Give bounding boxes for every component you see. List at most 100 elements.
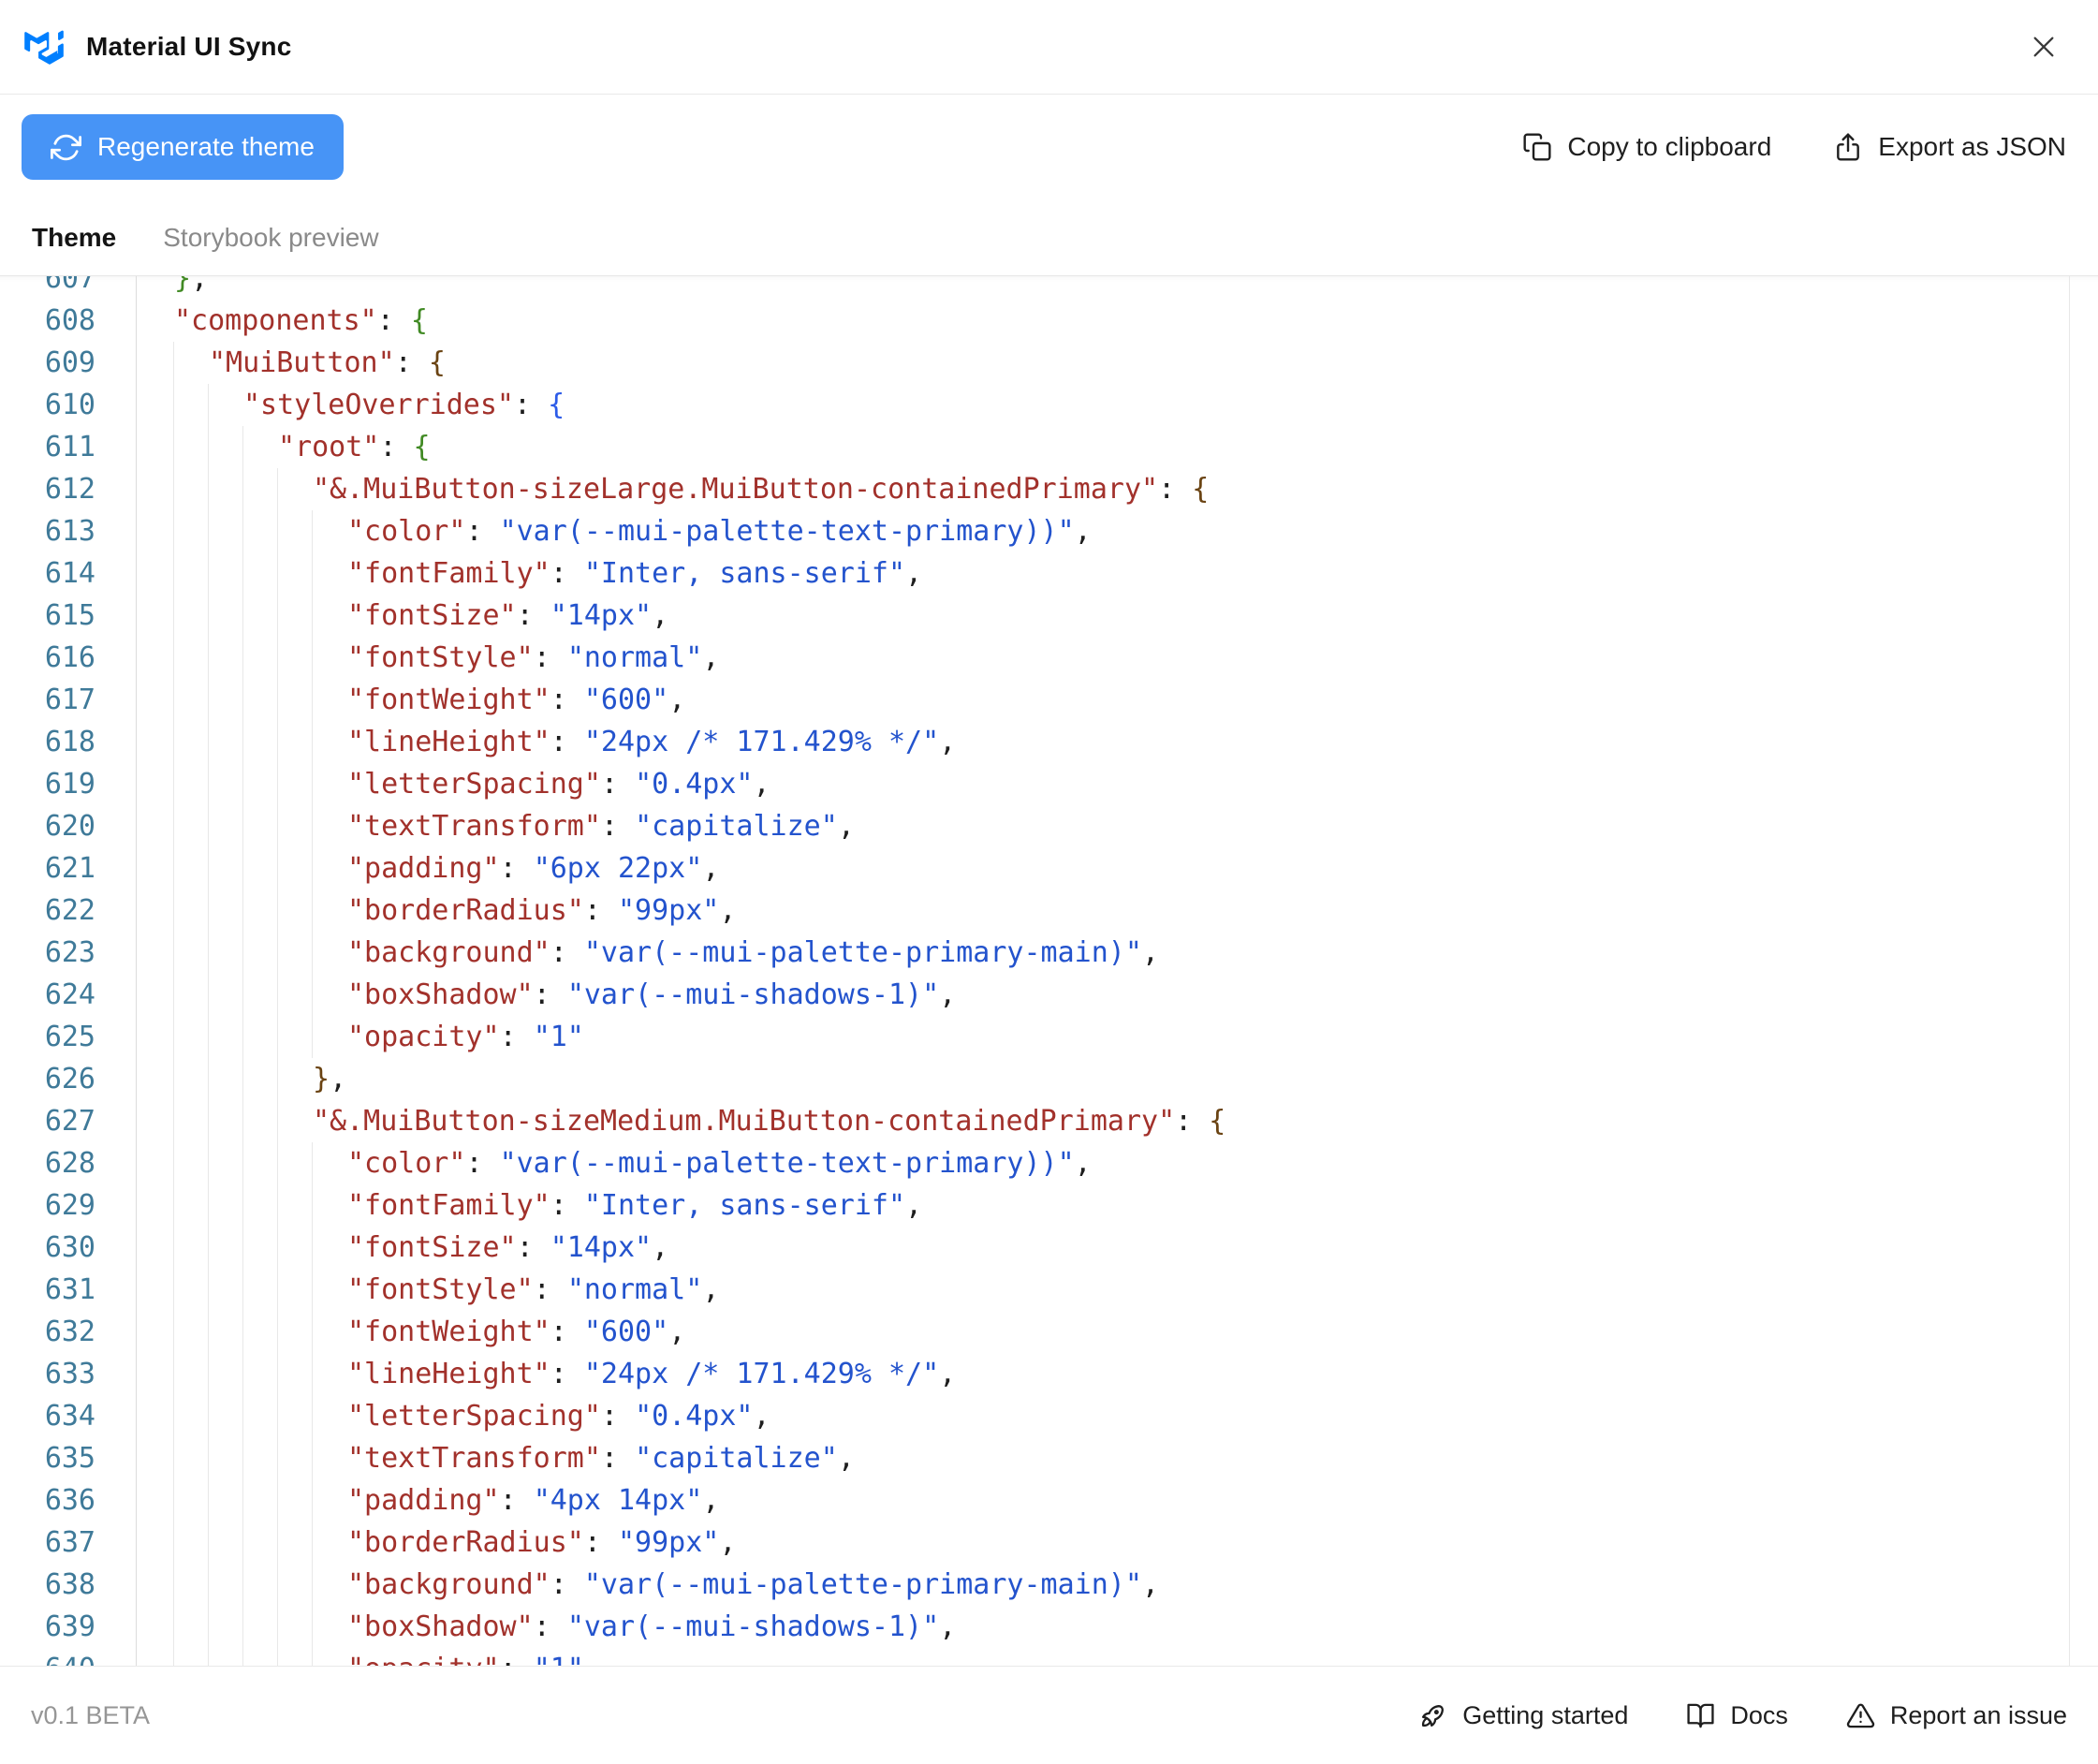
report-an-issue-label: Report an issue xyxy=(1889,1700,2067,1729)
copy-to-clipboard-button[interactable]: Copy to clipboard xyxy=(1522,132,1771,162)
line-number: 607 xyxy=(0,276,137,300)
line-number: 629 xyxy=(0,1184,137,1227)
code-text: "lineHeight": "24px /* 171.429% */", xyxy=(137,1353,956,1395)
code-line: 618 "lineHeight": "24px /* 171.429% */", xyxy=(0,721,2098,763)
export-icon xyxy=(1833,132,1863,162)
code-line: 613 "color": "var(--mui-palette-text-prim… xyxy=(0,510,2098,552)
copy-icon xyxy=(1522,132,1552,162)
close-button[interactable] xyxy=(2021,24,2066,69)
code-text: "boxShadow": "var(--mui-shadows-1)", xyxy=(137,974,956,1016)
toolbar: Regenerate theme Copy to clipboard Expor… xyxy=(0,95,2098,199)
code-line: 631 "fontStyle": "normal", xyxy=(0,1269,2098,1311)
code-text: }, xyxy=(137,276,208,300)
code-text: "fontWeight": "600", xyxy=(137,679,685,721)
line-number: 612 xyxy=(0,468,137,510)
line-number: 623 xyxy=(0,932,137,974)
code-line: 639 "boxShadow": "var(--mui-shadows-1)", xyxy=(0,1606,2098,1648)
code-line: 629 "fontFamily": "Inter, sans-serif", xyxy=(0,1184,2098,1227)
code-line: 626}, xyxy=(0,1058,2098,1100)
docs-link[interactable]: Docs xyxy=(1686,1701,1788,1730)
code-text: "padding": "6px 22px", xyxy=(137,847,719,889)
tab-storybook-preview[interactable]: Storybook preview xyxy=(163,223,378,253)
line-number: 637 xyxy=(0,1521,137,1564)
code-editor[interactable]: 607}, 608 "components": {609 "MuiButton": {… xyxy=(0,276,2098,1666)
code-line: 621 "padding": "6px 22px", xyxy=(0,847,2098,889)
tab-theme[interactable]: Theme xyxy=(32,223,116,253)
code-line: 624 "boxShadow": "var(--mui-shadows-1)", xyxy=(0,974,2098,1016)
line-number: 609 xyxy=(0,342,137,384)
code-line: 622 "borderRadius": "99px", xyxy=(0,889,2098,932)
titlebar: Material UI Sync xyxy=(0,0,2098,95)
code-line: 627 "&.MuiButton-sizeMedium.MuiButton-con… xyxy=(0,1100,2098,1142)
line-number: 622 xyxy=(0,889,137,932)
line-number: 620 xyxy=(0,805,137,847)
line-number: 636 xyxy=(0,1479,137,1521)
line-number: 617 xyxy=(0,679,137,721)
report-an-issue-link[interactable]: Report an issue xyxy=(1846,1701,2067,1730)
code-text: "&.MuiButton-sizeMedium.MuiButton-contai… xyxy=(137,1100,1225,1142)
code-text: "fontSize": "14px", xyxy=(137,595,668,637)
line-number: 614 xyxy=(0,552,137,595)
code-text: "components": { xyxy=(137,300,428,342)
code-text: "lineHeight": "24px /* 171.429% */", xyxy=(137,721,956,763)
code-line: 614 "fontFamily": "Inter, sans-serif", xyxy=(0,552,2098,595)
code-text: "MuiButton": { xyxy=(137,342,446,384)
code-text: "color": "var(--mui-palette-text-primary… xyxy=(137,510,1092,552)
code-lines: 607}, 608 "components": {609 "MuiButton": {… xyxy=(0,276,2098,1666)
line-number: 640 xyxy=(0,1648,137,1666)
copy-to-clipboard-label: Copy to clipboard xyxy=(1567,132,1772,161)
code-text: "fontStyle": "normal", xyxy=(137,1269,719,1311)
line-number: 611 xyxy=(0,426,137,468)
line-number: 639 xyxy=(0,1606,137,1648)
version-label: v0.1 BETA xyxy=(31,1700,151,1729)
code-line: 630 "fontSize": "14px", xyxy=(0,1227,2098,1269)
line-number: 613 xyxy=(0,510,137,552)
regenerate-theme-button[interactable]: Regenerate theme xyxy=(22,114,344,180)
export-as-json-label: Export as JSON xyxy=(1878,132,2066,161)
code-line: 610 "styleOverrides": { xyxy=(0,384,2098,426)
code-line: 640"opacity": "1" xyxy=(0,1648,2098,1666)
line-number: 619 xyxy=(0,763,137,805)
code-text: "textTransform": "capitalize", xyxy=(137,805,855,847)
code-text: "borderRadius": "99px", xyxy=(137,1521,736,1564)
code-line: 634 "letterSpacing": "0.4px", xyxy=(0,1395,2098,1437)
code-line: 637 "borderRadius": "99px", xyxy=(0,1521,2098,1564)
code-line: 636 "padding": "4px 14px", xyxy=(0,1479,2098,1521)
code-text: "letterSpacing": "0.4px", xyxy=(137,1395,770,1437)
line-number: 615 xyxy=(0,595,137,637)
code-line: 620 "textTransform": "capitalize", xyxy=(0,805,2098,847)
code-text: "color": "var(--mui-palette-text-primary… xyxy=(137,1142,1092,1184)
code-line: 623 "background": "var(--mui-palette-prim… xyxy=(0,932,2098,974)
code-text: "textTransform": "capitalize", xyxy=(137,1437,855,1479)
line-number: 626 xyxy=(0,1058,137,1100)
code-text: "fontStyle": "normal", xyxy=(137,637,719,679)
line-number: 628 xyxy=(0,1142,137,1184)
line-number: 627 xyxy=(0,1100,137,1142)
line-number: 624 xyxy=(0,974,137,1016)
code-text: "fontFamily": "Inter, sans-serif", xyxy=(137,1184,922,1227)
line-number: 631 xyxy=(0,1269,137,1311)
getting-started-link[interactable]: Getting started xyxy=(1418,1701,1628,1730)
code-line: 633 "lineHeight": "24px /* 171.429% */", xyxy=(0,1353,2098,1395)
line-number: 635 xyxy=(0,1437,137,1479)
code-text: "opacity": "1" xyxy=(137,1016,584,1058)
line-number: 632 xyxy=(0,1311,137,1353)
code-text: "fontFamily": "Inter, sans-serif", xyxy=(137,552,922,595)
code-line: 617 "fontWeight": "600", xyxy=(0,679,2098,721)
code-text: "root": { xyxy=(137,426,431,468)
code-text: }, xyxy=(137,1058,346,1100)
export-as-json-button[interactable]: Export as JSON xyxy=(1833,132,2066,162)
footer: v0.1 BETA Getting started Docs Report an… xyxy=(0,1666,2098,1764)
code-line: 611 "root": { xyxy=(0,426,2098,468)
code-text: "opacity": "1" xyxy=(137,1648,584,1666)
code-text: "letterSpacing": "0.4px", xyxy=(137,763,770,805)
code-text: "fontWeight": "600", xyxy=(137,1311,685,1353)
line-number: 610 xyxy=(0,384,137,426)
code-text: "background": "var(--mui-palette-primary… xyxy=(137,932,1159,974)
code-text: "styleOverrides": { xyxy=(137,384,565,426)
line-number: 616 xyxy=(0,637,137,679)
line-number: 633 xyxy=(0,1353,137,1395)
close-icon xyxy=(2029,32,2059,62)
code-line: 628 "color": "var(--mui-palette-text-prim… xyxy=(0,1142,2098,1184)
code-line: 608 "components": { xyxy=(0,300,2098,342)
